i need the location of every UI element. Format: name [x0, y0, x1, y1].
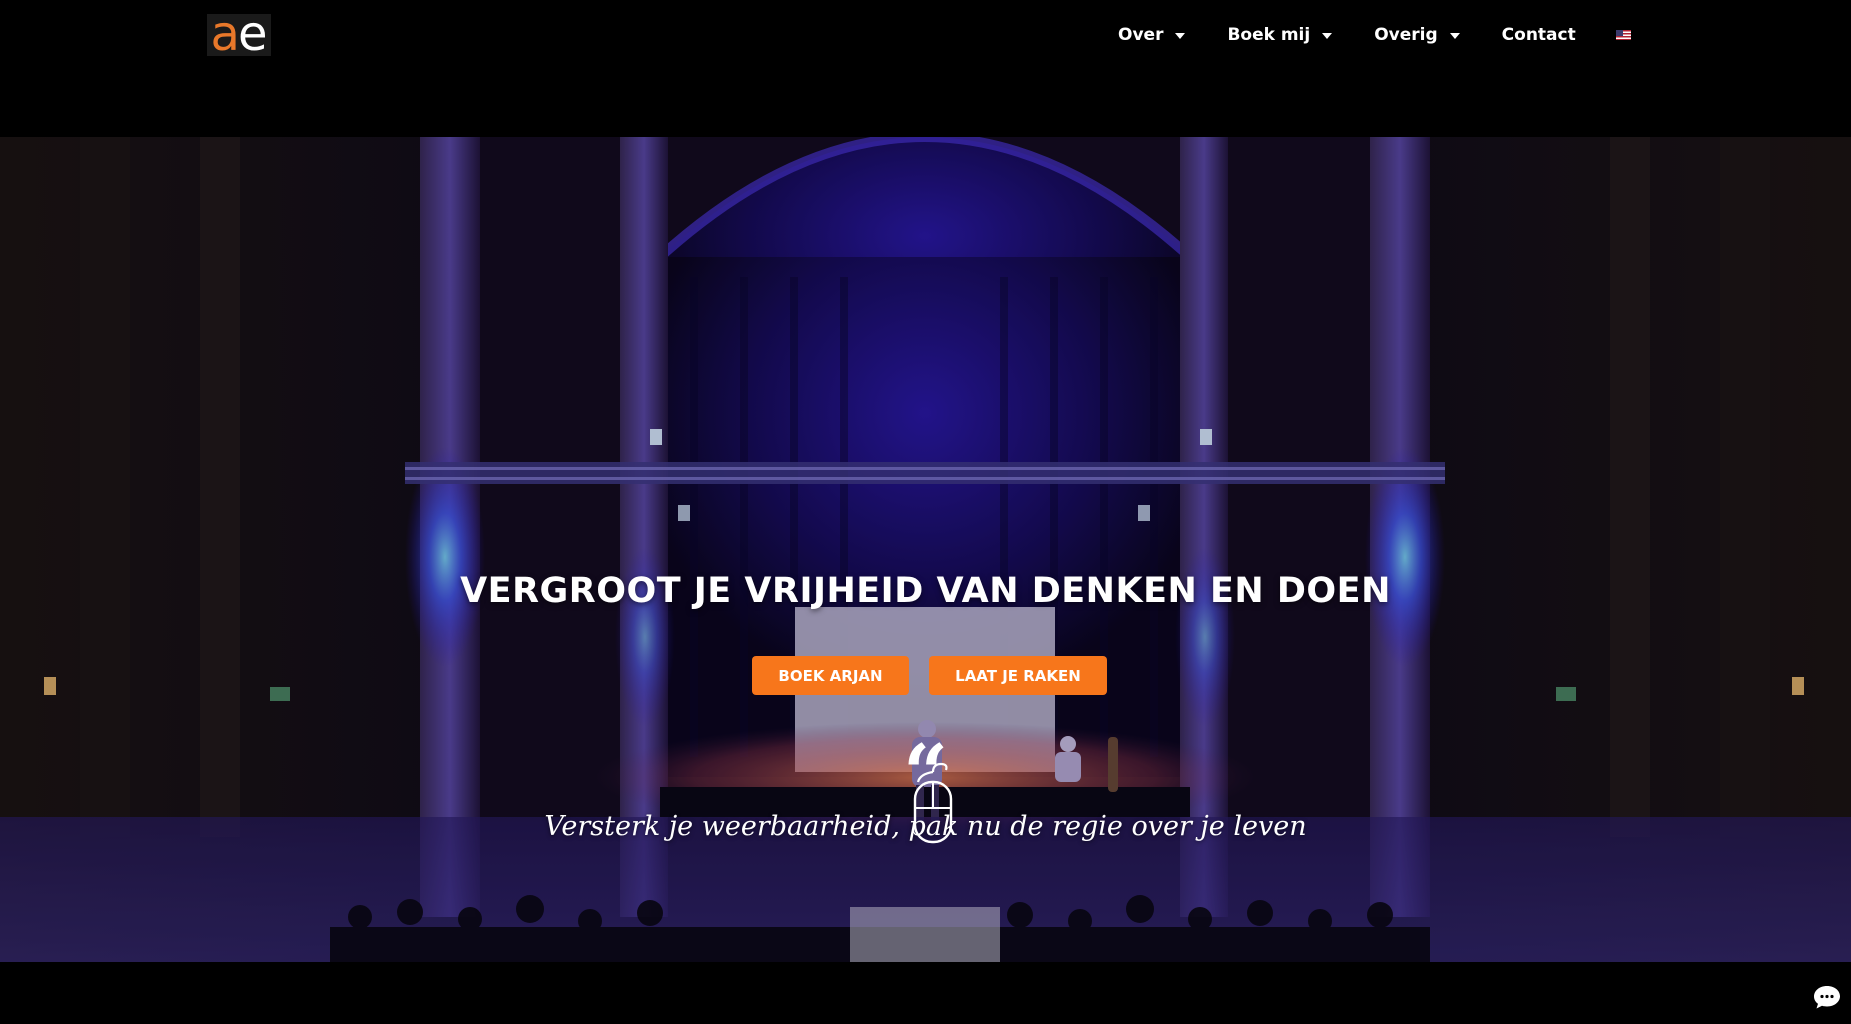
hero-headline: VERGROOT JE VRIJHEID VAN DENKEN EN DOEN — [460, 571, 1391, 611]
mouse-scroll-icon[interactable] — [910, 762, 956, 884]
chevron-down-icon — [1322, 33, 1333, 39]
nav-item-boek-mij[interactable]: Boek mij — [1227, 25, 1333, 45]
logo-letter-e: e — [237, 14, 268, 56]
us-flag-icon — [1615, 30, 1631, 40]
chevron-down-icon — [1449, 33, 1460, 39]
chat-bubble-icon[interactable] — [1813, 984, 1841, 1010]
main-nav: Over Boek mij Overig Contact — [1118, 20, 1631, 50]
nav-item-contact-label: Contact — [1501, 25, 1576, 45]
hero-cta-group: BOEK ARJAN LAAT JE RAKEN — [0, 656, 1851, 695]
laat-je-raken-button[interactable]: LAAT JE RAKEN — [929, 656, 1107, 695]
nav-item-over[interactable]: Over — [1118, 25, 1186, 45]
nav-item-over-label: Over — [1118, 25, 1164, 45]
nav-item-overig[interactable]: Overig — [1374, 25, 1460, 45]
nav-item-contact[interactable]: Contact — [1502, 25, 1576, 45]
site-logo[interactable]: ae — [207, 14, 271, 56]
chevron-down-icon — [1175, 33, 1186, 39]
logo-letter-a: a — [210, 14, 240, 56]
language-switcher[interactable] — [1615, 30, 1631, 40]
nav-item-boek-mij-label: Boek mij — [1227, 25, 1311, 45]
page: ae Over Boek mij Overig Contact VERGROOT… — [0, 0, 1851, 1024]
nav-item-overig-label: Overig — [1374, 25, 1438, 45]
site-header: ae Over Boek mij Overig Contact — [0, 0, 1851, 137]
boek-arjan-button[interactable]: BOEK ARJAN — [752, 656, 909, 695]
